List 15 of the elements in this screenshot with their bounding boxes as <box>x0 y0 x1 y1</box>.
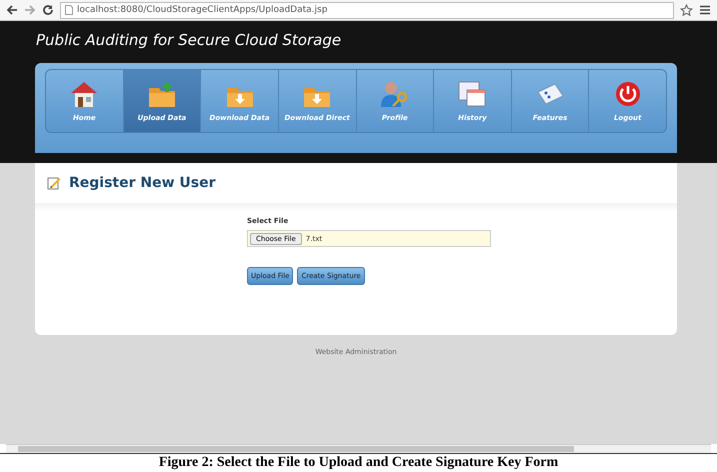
site-title: Public Auditing for Secure Cloud Storage <box>35 31 342 51</box>
back-icon[interactable] <box>6 4 18 16</box>
house-icon <box>69 80 100 108</box>
address-bar[interactable]: localhost:8080/CloudStorageClientApps/UploadData.jsp <box>60 2 674 18</box>
star-icon[interactable] <box>680 4 693 16</box>
page-heading: Register New User <box>69 175 216 191</box>
menu-icon[interactable] <box>699 4 711 16</box>
pencil-note-icon <box>47 176 61 190</box>
page-icon <box>65 5 73 15</box>
figure-caption: Figure 2: Select the File to Upload and Create Signature Key Form <box>0 453 717 472</box>
window-icon <box>457 80 488 108</box>
folder-icon <box>146 80 177 108</box>
reload-icon[interactable] <box>42 4 54 16</box>
person-key-icon <box>380 80 410 108</box>
horizontal-scrollbar[interactable] <box>6 444 711 453</box>
